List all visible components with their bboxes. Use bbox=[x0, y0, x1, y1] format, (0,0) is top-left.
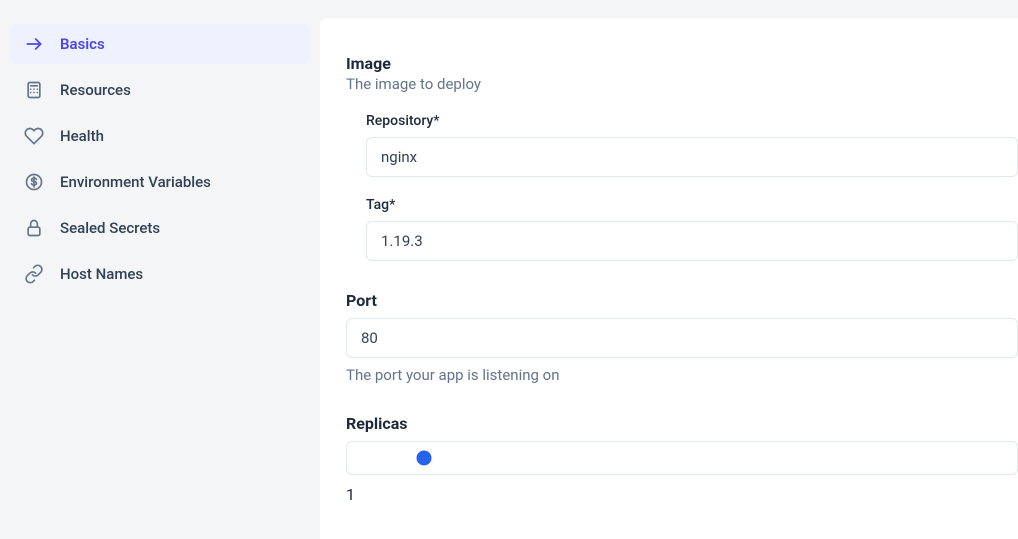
calculator-icon bbox=[24, 80, 44, 100]
sidebar-item-label: Resources bbox=[60, 81, 131, 99]
repository-field-group: Repository* bbox=[366, 113, 1018, 177]
port-input[interactable] bbox=[346, 318, 1018, 358]
replicas-value: 1 bbox=[346, 485, 1018, 504]
link-icon bbox=[24, 264, 44, 284]
replicas-slider[interactable] bbox=[346, 441, 1018, 475]
port-title: Port bbox=[346, 291, 1018, 310]
tag-field-group: Tag* bbox=[366, 197, 1018, 261]
port-section: Port The port your app is listening on bbox=[346, 291, 1018, 384]
slider-track bbox=[367, 456, 997, 460]
image-desc: The image to deploy bbox=[346, 75, 1018, 93]
sidebar: Basics Resources Health Environment Vari… bbox=[0, 0, 320, 539]
replicas-section: Replicas 1 bbox=[346, 414, 1018, 504]
slider-thumb[interactable] bbox=[416, 451, 431, 466]
heart-icon bbox=[24, 126, 44, 146]
dollar-icon bbox=[24, 172, 44, 192]
repository-label: Repository* bbox=[366, 113, 1018, 129]
port-help: The port your app is listening on bbox=[346, 366, 1018, 384]
image-title: Image bbox=[346, 54, 1018, 73]
sidebar-item-health[interactable]: Health bbox=[10, 116, 310, 156]
sidebar-item-label: Basics bbox=[60, 35, 105, 53]
repository-input[interactable] bbox=[366, 137, 1018, 177]
sidebar-item-label: Health bbox=[60, 127, 104, 145]
sidebar-item-host-names[interactable]: Host Names bbox=[10, 254, 310, 294]
arrow-right-icon bbox=[24, 34, 44, 54]
sidebar-item-resources[interactable]: Resources bbox=[10, 70, 310, 110]
sidebar-item-label: Environment Variables bbox=[60, 173, 211, 191]
lock-icon bbox=[24, 218, 44, 238]
sidebar-item-env-vars[interactable]: Environment Variables bbox=[10, 162, 310, 202]
main-panel: Image The image to deploy Repository* Ta… bbox=[320, 18, 1018, 539]
sidebar-item-sealed-secrets[interactable]: Sealed Secrets bbox=[10, 208, 310, 248]
tag-input[interactable] bbox=[366, 221, 1018, 261]
sidebar-item-label: Sealed Secrets bbox=[60, 219, 160, 237]
image-section: Image The image to deploy Repository* Ta… bbox=[346, 54, 1018, 261]
sidebar-item-label: Host Names bbox=[60, 265, 143, 283]
replicas-title: Replicas bbox=[346, 414, 1018, 433]
sidebar-item-basics[interactable]: Basics bbox=[10, 24, 310, 64]
tag-label: Tag* bbox=[366, 197, 1018, 213]
